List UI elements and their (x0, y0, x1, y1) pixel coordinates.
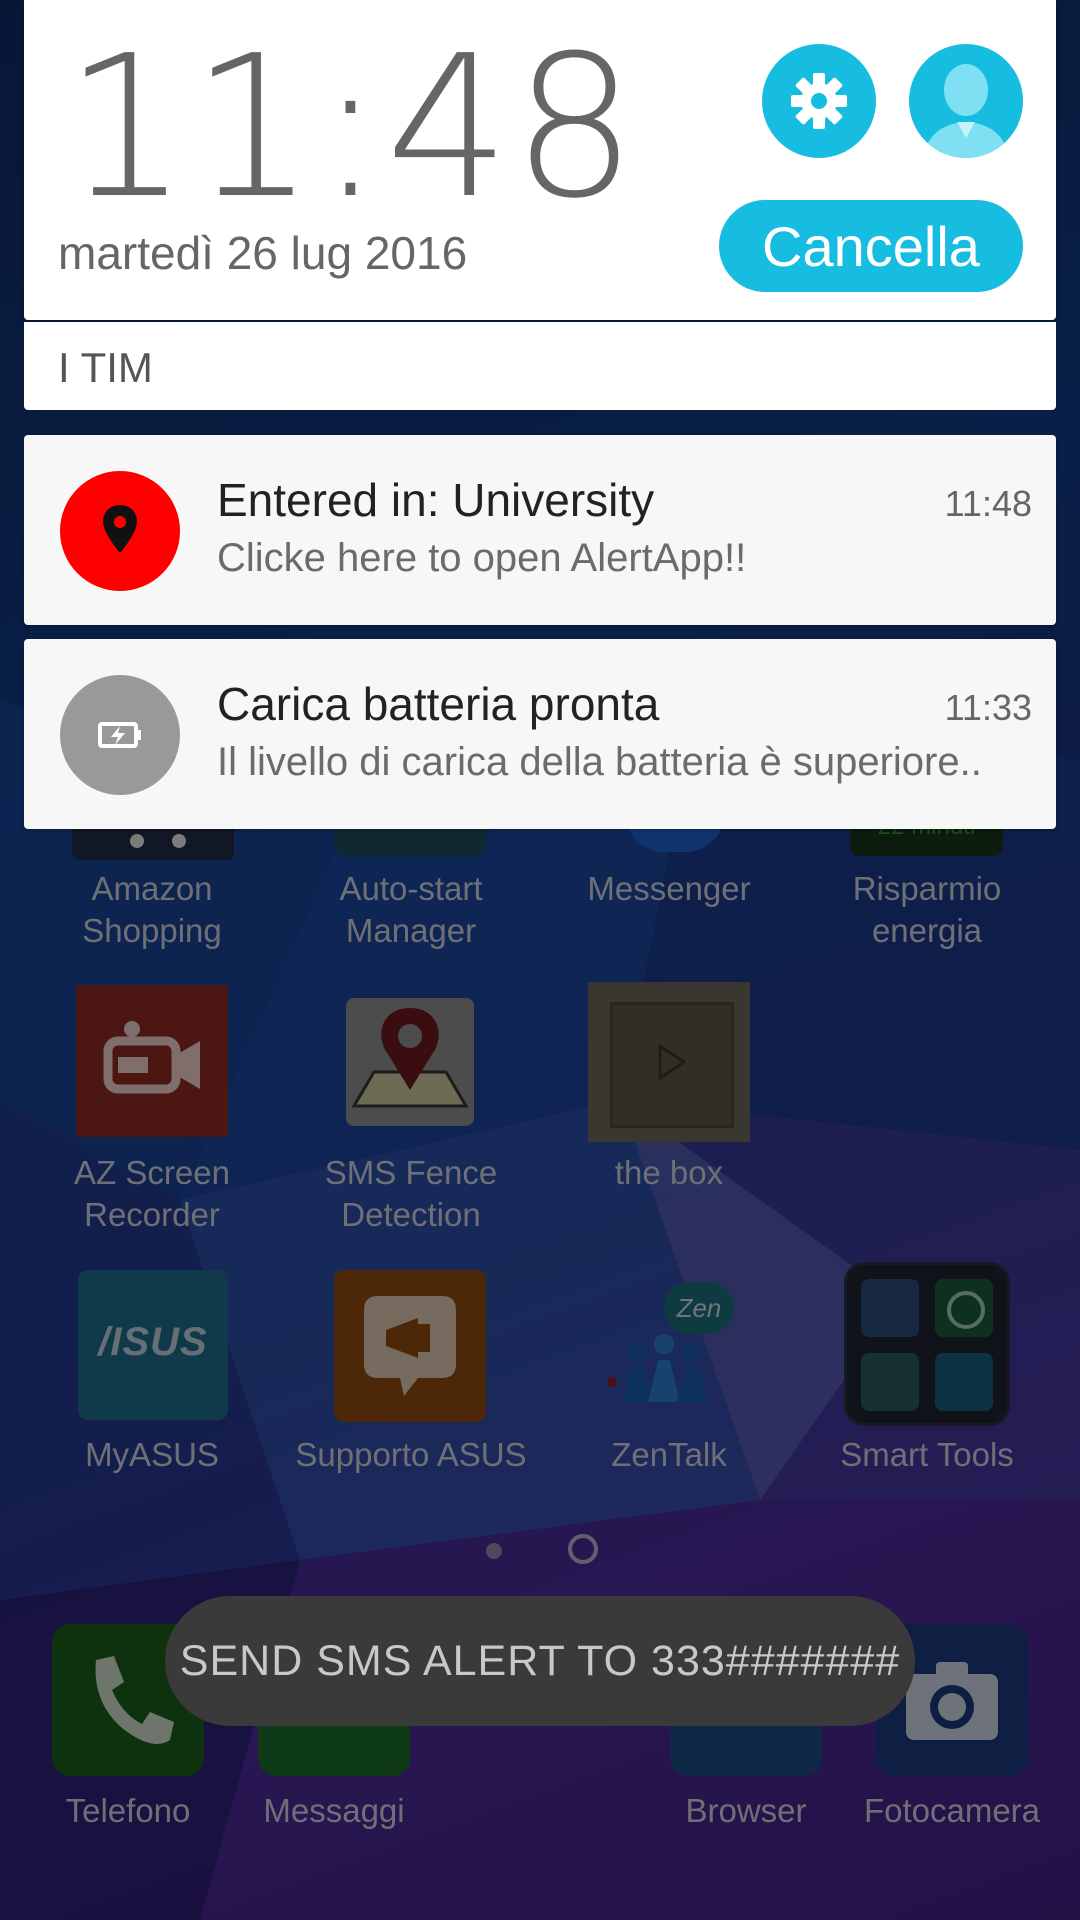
notification-text: Clicke here to open AlertApp!! (217, 536, 747, 580)
notification-battery[interactable]: Carica batteria pronta 11:33 Il livello … (24, 639, 1056, 829)
clock: 11:48 (64, 14, 639, 242)
map-pin-icon (60, 471, 180, 591)
user-button[interactable] (909, 44, 1023, 158)
toast-message: SEND SMS ALERT TO 333####### (165, 1596, 915, 1726)
gear-icon (791, 73, 847, 129)
settings-button[interactable] (762, 44, 876, 158)
notification-text: Il livello di carica della batteria è su… (217, 740, 982, 784)
quick-settings-header: 11:48 martedì 26 lug 2016 Cancella (24, 0, 1056, 320)
notification-alertapp[interactable]: Entered in: University 11:48 Clicke here… (24, 435, 1056, 625)
battery-charging-icon (60, 675, 180, 795)
carrier-name: I TIM (58, 344, 153, 391)
user-avatar-icon (923, 64, 1009, 158)
date: martedì 26 lug 2016 (58, 227, 468, 279)
notification-title: Carica batteria pronta (217, 678, 660, 730)
carrier-bar: I TIM (24, 322, 1056, 410)
clear-all-button[interactable]: Cancella (719, 200, 1023, 292)
notification-title: Entered in: University (217, 474, 655, 526)
notification-time: 11:33 (944, 687, 1032, 728)
notification-time: 11:48 (944, 483, 1032, 524)
